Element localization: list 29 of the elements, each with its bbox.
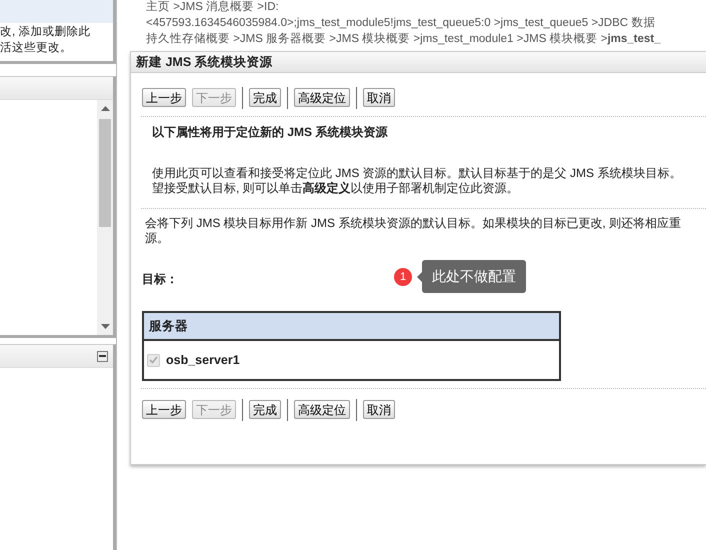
section-heading: 以下属性将用于定位新的 JMS 系统模块资源 — [152, 124, 388, 141]
toolbar-button[interactable]: 高级定位 — [294, 88, 350, 107]
toolbar-button[interactable]: 完成 — [249, 88, 281, 107]
scroll-thumb[interactable] — [99, 119, 111, 227]
toolbar-button[interactable]: 取消 — [363, 400, 395, 419]
annotation-tooltip: 此处不做配置 — [422, 260, 526, 293]
scrollbar[interactable] — [97, 100, 113, 335]
panel-title: 新建 JMS 系统模块资源 — [131, 52, 706, 73]
description-text: 望接受默认目标, 则可以单击高级定义以使用子部署机制定位此资源。 — [152, 181, 520, 196]
collapse-icon[interactable] — [97, 350, 108, 362]
scroll-up-icon[interactable] — [100, 106, 110, 111]
toolbar-button[interactable]: 高级定位 — [294, 400, 350, 419]
help-text: 活这些更改。 — [0, 40, 73, 56]
column-header: 服务器 — [144, 313, 559, 341]
toolbar-button[interactable]: 完成 — [249, 400, 281, 419]
breadcrumb-text: 主页 >JMS 消息概要 >ID: — [146, 0, 280, 15]
description-text: 使用此页可以查看和接受将定位此 JMS 资源的默认目标。默认目标基于的是父 JMS 系统模块目标。 — [152, 166, 682, 181]
field-label: 目标： — [142, 270, 178, 288]
step-badge: 1 — [394, 268, 412, 286]
toolbar-button[interactable]: 上一步 — [142, 400, 186, 419]
help-text: 改, 添加或删除此 — [0, 24, 92, 40]
description-text: 会将下列 JMS 模块目标用作新 JMS 系统模块资源的默认目标。如果模块的目标已更改, 则还将相应重 — [145, 216, 682, 231]
breadcrumb-text: <457593.1634546035984.0>;jms_test_module5!jms_test_queue5:0 >jms_test_queue5 >JDBC 数据 — [146, 16, 656, 31]
toolbar-button[interactable]: 上一步 — [142, 88, 186, 107]
table-cell: osb_server1 — [166, 353, 240, 367]
scroll-down-icon[interactable] — [100, 324, 110, 329]
breadcrumb-text: 持久性存储概要 >JMS 服务器概要 >JMS 模块概要 >jms_test_module1 >JMS 模块概要 >jms_test_ — [146, 32, 662, 47]
description-text: 源。 — [145, 231, 170, 246]
toolbar-button[interactable]: 取消 — [363, 88, 395, 107]
